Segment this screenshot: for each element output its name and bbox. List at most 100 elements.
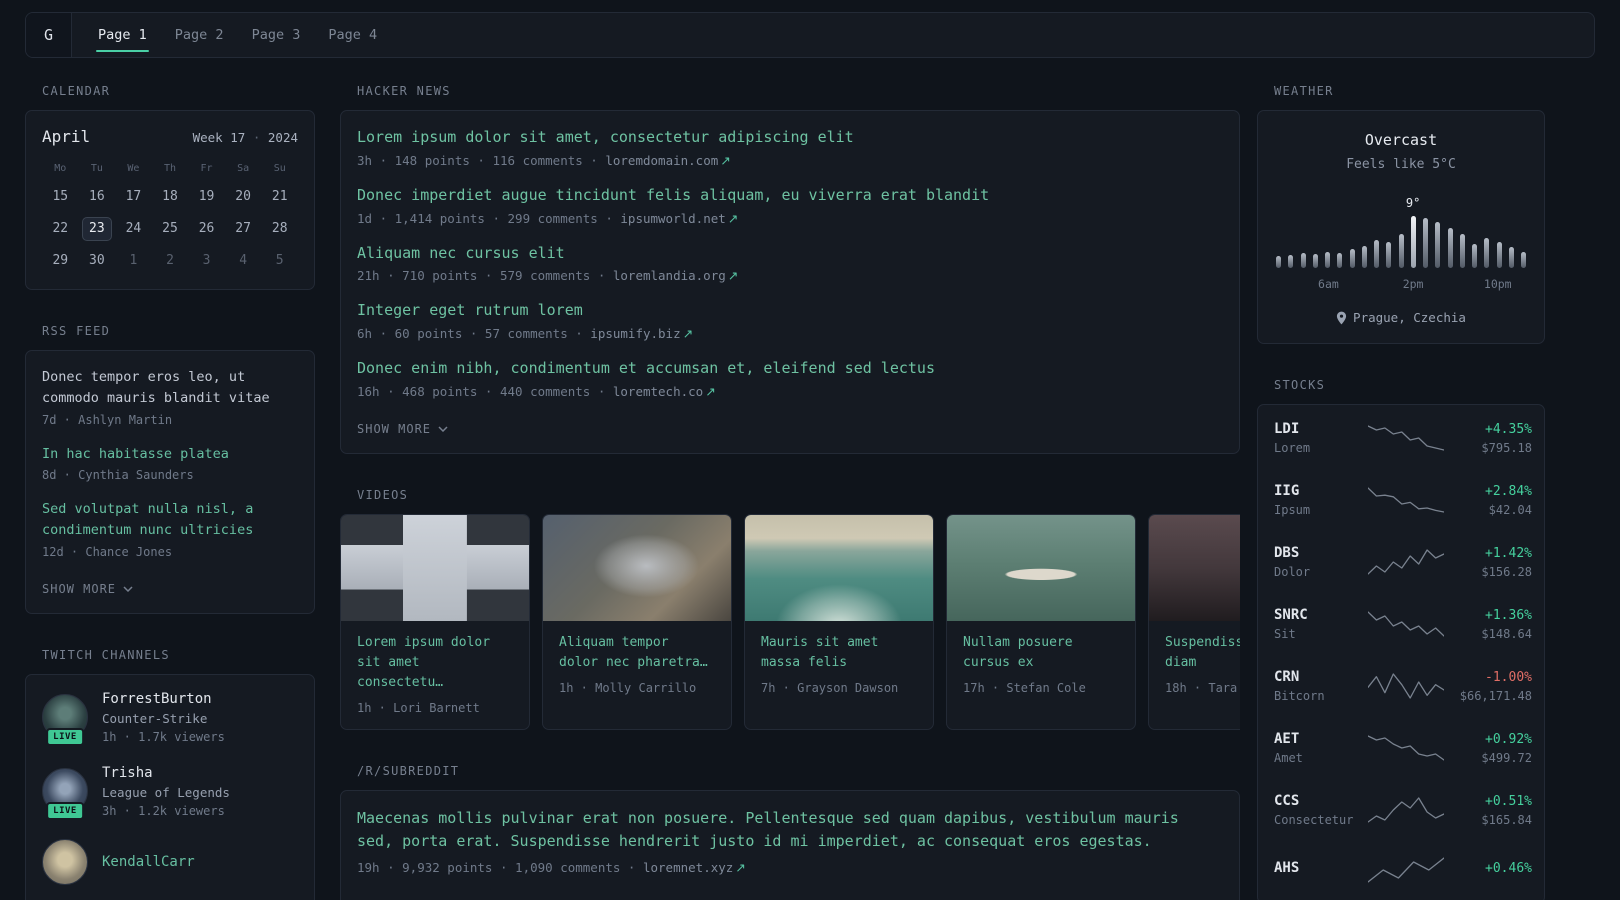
stock-row[interactable]: IIG Ipsum +2.84% $42.04 — [1274, 483, 1532, 517]
channel-category[interactable]: League of Legends — [102, 785, 230, 800]
weather-time-label: 10pm — [1483, 277, 1512, 291]
weather-time-label: 6am — [1318, 277, 1339, 291]
video-thumbnail[interactable] — [745, 514, 933, 621]
tab-page-1[interactable]: Page 1 — [84, 13, 161, 57]
video-title[interactable]: Aliquam tempor dolor nec pharetra… — [559, 633, 715, 673]
video-title[interactable]: Lorem ipsum dolor sit amet consectetu… — [357, 633, 513, 693]
hn-item-domain[interactable]: loremdomain.com — [605, 153, 718, 168]
video-thumbnail[interactable] — [341, 514, 529, 621]
stock-row[interactable]: AET Amet +0.92% $499.72 — [1274, 731, 1532, 765]
channel-name[interactable]: Trisha — [102, 765, 230, 781]
hn-show-more-button[interactable]: SHOW MORE — [357, 422, 448, 436]
video-thumbnail[interactable] — [543, 514, 731, 621]
video-thumbnail[interactable] — [947, 514, 1135, 621]
calendar-widget: CALENDAR April Week 17 · 2024 Mo Tu We T… — [25, 84, 315, 290]
video-title[interactable]: Mauris sit amet massa felis — [761, 633, 917, 673]
location-pin-icon — [1336, 311, 1347, 324]
weekday-label: Mo — [54, 163, 67, 174]
stock-change: -1.00% — [1485, 669, 1532, 685]
stock-price: $66,171.48 — [1459, 688, 1532, 703]
tab-page-4[interactable]: Page 4 — [314, 13, 391, 57]
app-logo[interactable]: G — [26, 13, 72, 57]
subreddit-post-domain[interactable]: loremnet.xyz — [643, 860, 733, 875]
calendar-day[interactable]: 25 — [155, 217, 185, 241]
stock-symbol[interactable]: AET — [1274, 731, 1368, 747]
hn-item-title[interactable]: Donec enim nibh, condimentum et accumsan… — [357, 358, 1223, 380]
video-card[interactable]: Lorem ipsum dolor sit amet consectetu… 1… — [340, 513, 530, 731]
calendar-day-next-month[interactable]: 3 — [192, 249, 222, 273]
stock-symbol[interactable]: CRN — [1274, 669, 1368, 685]
calendar-day[interactable]: 17 — [118, 185, 148, 209]
channel-avatar-image — [42, 838, 88, 885]
calendar-day[interactable]: 20 — [228, 185, 258, 209]
stock-row[interactable]: AHS +0.46% — [1274, 855, 1532, 885]
stock-symbol[interactable]: AHS — [1274, 860, 1368, 876]
stock-row[interactable]: CRN Bitcorn -1.00% $66,171.48 — [1274, 669, 1532, 703]
weather-bar — [1423, 218, 1428, 268]
calendar-day[interactable]: 29 — [45, 249, 75, 273]
channel-name[interactable]: ForrestBurton — [102, 691, 225, 707]
calendar-day-next-month[interactable]: 4 — [228, 249, 258, 273]
weather-bar — [1312, 254, 1318, 268]
stock-symbol[interactable]: DBS — [1274, 545, 1368, 561]
tab-page-2[interactable]: Page 2 — [161, 13, 238, 57]
stock-row[interactable]: CCS Consectetur +0.51% $165.84 — [1274, 793, 1532, 827]
calendar-day-selected[interactable]: 23 — [81, 217, 112, 241]
calendar-day[interactable]: 15 — [45, 185, 75, 209]
rss-item-title[interactable]: In hac habitasse platea — [42, 444, 298, 465]
video-card[interactable]: Nullam posuere cursus ex 17h · Stefan Co… — [946, 513, 1136, 731]
stock-row[interactable]: SNRC Sit +1.36% $148.64 — [1274, 607, 1532, 641]
stock-symbol[interactable]: IIG — [1274, 483, 1368, 499]
calendar-day[interactable]: 18 — [155, 185, 185, 209]
hn-item-title[interactable]: Aliquam nec cursus elit — [357, 243, 1223, 265]
rss-card: Donec tempor eros leo, ut commodo mauris… — [25, 350, 315, 614]
video-card[interactable]: Aliquam tempor dolor nec pharetra… 1h · … — [542, 513, 732, 731]
hn-item-domain[interactable]: ipsumify.biz — [590, 326, 680, 341]
video-title[interactable]: Nullam posuere cursus ex — [963, 633, 1119, 673]
calendar-day[interactable]: 27 — [228, 217, 258, 241]
hn-item: Lorem ipsum dolor sit amet, consectetur … — [357, 127, 1223, 168]
calendar-day[interactable]: 28 — [265, 217, 295, 241]
video-card[interactable]: Mauris sit amet massa felis 7h · Grayson… — [744, 513, 934, 731]
weather-location[interactable]: Prague, Czechia — [1274, 310, 1528, 325]
calendar-day[interactable]: 22 — [45, 217, 75, 241]
calendar-card: April Week 17 · 2024 Mo Tu We Th Fr Sa S… — [25, 110, 315, 290]
channel-name[interactable]: KendallCarr — [102, 854, 195, 870]
calendar-day[interactable]: 21 — [265, 185, 295, 209]
chevron-down-icon — [123, 586, 133, 592]
rss-show-more-button[interactable]: SHOW MORE — [42, 582, 133, 596]
calendar-day[interactable]: 24 — [118, 217, 148, 241]
channel-info: KendallCarr — [102, 854, 195, 870]
hn-item-title[interactable]: Donec imperdiet augue tincidunt felis al… — [357, 185, 1223, 207]
calendar-day[interactable]: 19 — [192, 185, 222, 209]
avatar: LIVE — [42, 694, 88, 747]
video-title[interactable]: Suspendisse diam — [1165, 633, 1240, 673]
twitch-channel[interactable]: KendallCarr — [42, 838, 298, 885]
stock-symbol[interactable]: CCS — [1274, 793, 1368, 809]
calendar-day-next-month[interactable]: 5 — [265, 249, 295, 273]
calendar-day-next-month[interactable]: 2 — [155, 249, 185, 273]
rss-item-title[interactable]: Sed volutpat nulla nisl, a condimentum n… — [42, 499, 298, 542]
subreddit-post-title[interactable]: Maecenas mollis pulvinar erat non posuer… — [357, 807, 1223, 854]
video-thumbnail[interactable] — [1149, 514, 1240, 621]
calendar-day[interactable]: 30 — [82, 249, 112, 273]
tab-page-3[interactable]: Page 3 — [238, 13, 315, 57]
calendar-day[interactable]: 26 — [192, 217, 222, 241]
stock-symbol[interactable]: SNRC — [1274, 607, 1368, 623]
hn-item-title[interactable]: Integer eget rutrum lorem — [357, 300, 1223, 322]
twitch-channel[interactable]: LIVE ForrestBurton Counter-Strike 1h · 1… — [42, 691, 298, 747]
calendar-day[interactable]: 16 — [82, 185, 112, 209]
rss-item-title[interactable]: Donec tempor eros leo, ut commodo mauris… — [42, 367, 298, 410]
twitch-channel[interactable]: LIVE Trisha League of Legends 3h · 1.2k … — [42, 765, 298, 821]
channel-category[interactable]: Counter-Strike — [102, 711, 225, 726]
hn-item-domain[interactable]: ipsumworld.net — [620, 211, 725, 226]
calendar-day-next-month[interactable]: 1 — [118, 249, 148, 273]
hn-item-title[interactable]: Lorem ipsum dolor sit amet, consectetur … — [357, 127, 1223, 149]
stock-symbol[interactable]: LDI — [1274, 421, 1368, 437]
stock-row[interactable]: LDI Lorem +4.35% $795.18 — [1274, 421, 1532, 455]
stock-values: +4.35% $795.18 — [1444, 422, 1532, 455]
hn-item-domain[interactable]: loremlandia.org — [613, 268, 726, 283]
stock-row[interactable]: DBS Dolor +1.42% $156.28 — [1274, 545, 1532, 579]
video-card[interactable]: Suspendisse diam 18h · Tara — [1148, 513, 1240, 731]
hn-item-domain[interactable]: loremtech.co — [613, 384, 703, 399]
